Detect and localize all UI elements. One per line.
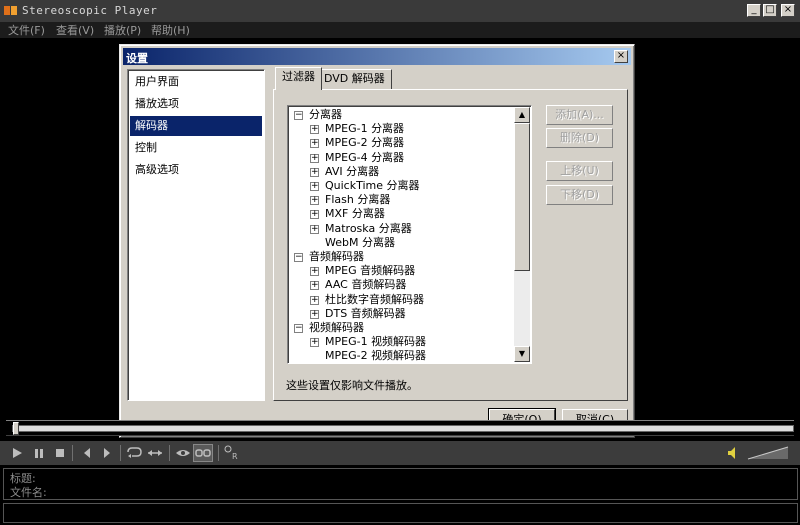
- expand-icon[interactable]: +: [310, 210, 319, 220]
- close-icon[interactable]: ×: [781, 4, 795, 17]
- tree-item-label: Matroska 分离器: [325, 221, 412, 235]
- tree-item-label: MPEG 音频解码器: [325, 264, 416, 278]
- app-icon: [4, 4, 18, 16]
- settings-note: 这些设置仅影响文件播放。: [286, 379, 418, 392]
- maximize-icon[interactable]: □: [763, 4, 777, 17]
- scroll-down-icon[interactable]: ▼: [514, 346, 530, 362]
- separator: [72, 445, 73, 461]
- expand-icon[interactable]: +: [310, 224, 319, 234]
- dialog-titlebar: 设置 ×: [123, 48, 631, 65]
- info-panel: 标题: 文件名:: [3, 468, 798, 500]
- separator: [120, 445, 121, 461]
- tab-filters[interactable]: 过滤器: [275, 67, 322, 90]
- tree-item-label: DTS 音频解码器: [325, 306, 406, 320]
- settings-nav-list: 用户界面 播放选项 解码器 控制 高级选项: [127, 69, 265, 401]
- stop-icon[interactable]: [53, 444, 67, 462]
- nav-item-advanced-options[interactable]: 高级选项: [130, 160, 262, 180]
- filename-label: 文件名:: [10, 486, 47, 499]
- expand-icon[interactable]: +: [310, 153, 319, 163]
- expand-icon[interactable]: +: [310, 281, 319, 291]
- collapse-icon[interactable]: −: [294, 111, 303, 120]
- menu-help[interactable]: 帮助(H): [151, 22, 190, 38]
- main-titlebar: Stereoscopic Player _ □ ×: [0, 0, 800, 22]
- menu-view[interactable]: 查看(V): [56, 22, 94, 38]
- tree-item-label: AAC 音频解码器: [325, 278, 407, 292]
- glasses-icon[interactable]: [193, 444, 213, 462]
- seek-bar[interactable]: [6, 420, 794, 436]
- tree-item-label: MPEG-4 分离器: [325, 150, 405, 164]
- filter-tree[interactable]: − 分离器 + MPEG-1 分离器 + MPEG-2 分离器 + MPEG-4 分离器 + AV…: [287, 105, 532, 364]
- nav-item-decoders[interactable]: 解码器: [130, 116, 262, 136]
- volume-slider[interactable]: [746, 444, 790, 462]
- tree-item-label: MPEG-1 分离器: [325, 122, 405, 136]
- seek-track[interactable]: [12, 425, 794, 432]
- expand-icon[interactable]: +: [310, 167, 319, 177]
- status-bar: [3, 503, 798, 523]
- tree-item-label: MXF 分离器: [325, 207, 385, 221]
- nav-item-playback-options[interactable]: 播放选项: [130, 94, 262, 114]
- svg-text:R: R: [232, 452, 238, 461]
- expand-icon[interactable]: +: [310, 139, 319, 149]
- expand-icon[interactable]: +: [310, 309, 319, 319]
- player-controls: R: [0, 441, 800, 465]
- tab-dvd-decoders[interactable]: DVD 解码器: [317, 69, 392, 89]
- tree-item-label: MPEG-2 视频解码器: [325, 349, 427, 363]
- tree-item-label: 视频解码器: [309, 321, 364, 334]
- previous-icon[interactable]: [80, 444, 94, 462]
- stereo-view-icon[interactable]: [174, 444, 192, 462]
- menu-file[interactable]: 文件(F): [8, 22, 45, 38]
- next-icon[interactable]: [100, 444, 114, 462]
- nav-item-control[interactable]: 控制: [130, 138, 262, 158]
- play-icon[interactable]: [10, 444, 24, 462]
- tree-item-label: Flash 分离器: [325, 193, 391, 207]
- tree-item-label: WebM 分离器: [325, 235, 395, 249]
- menubar: 文件(F) 查看(V) 播放(P) 帮助(H): [0, 22, 800, 38]
- loop-icon[interactable]: [125, 444, 143, 462]
- separator: [169, 445, 170, 461]
- tree-item-label: QuickTime 分离器: [325, 179, 420, 192]
- seek-thumb[interactable]: [13, 422, 19, 435]
- tree-item-label: MPEG-1 视频解码器: [325, 335, 427, 349]
- separator: [218, 445, 219, 461]
- tree-item-label: 音频解码器: [309, 250, 364, 263]
- pause-icon[interactable]: [32, 444, 46, 462]
- expand-icon[interactable]: +: [310, 196, 319, 206]
- volume-icon[interactable]: [726, 444, 740, 462]
- menu-play[interactable]: 播放(P): [104, 22, 141, 38]
- expand-icon[interactable]: +: [310, 295, 319, 305]
- tree-item-label: 分离器: [309, 108, 342, 121]
- scroll-thumb[interactable]: [514, 123, 530, 271]
- expand-icon[interactable]: +: [310, 338, 319, 348]
- delete-button[interactable]: 删除(D): [546, 128, 613, 148]
- move-down-button[interactable]: 下移(D): [546, 185, 613, 205]
- settings-dialog: 设置 × 用户界面 播放选项 解码器 控制 高级选项 过滤器 DVD 解码器 −…: [119, 44, 635, 438]
- collapse-icon[interactable]: −: [294, 253, 303, 262]
- collapse-icon[interactable]: −: [294, 324, 303, 333]
- tree-item-label: MPEG-2 分离器: [325, 136, 405, 150]
- app-title: Stereoscopic Player: [22, 4, 158, 17]
- dialog-title: 设置: [126, 52, 148, 65]
- expand-icon[interactable]: +: [310, 182, 319, 191]
- expand-icon[interactable]: +: [310, 267, 319, 277]
- nav-item-user-interface[interactable]: 用户界面: [130, 72, 262, 92]
- expand-icon[interactable]: +: [310, 125, 319, 135]
- dialog-close-icon[interactable]: ×: [614, 50, 628, 63]
- scroll-up-icon[interactable]: ▲: [514, 107, 530, 123]
- tree-item-label: AVI 分离器: [325, 164, 380, 178]
- minimize-icon[interactable]: _: [747, 4, 761, 17]
- ab-repeat-icon[interactable]: [146, 444, 164, 462]
- tree-item-label: 杜比数字音频解码器: [325, 292, 424, 306]
- left-right-icon[interactable]: R: [223, 444, 239, 462]
- add-button[interactable]: 添加(A)...: [546, 105, 613, 125]
- tree-scrollbar[interactable]: ▲ ▼: [514, 107, 530, 362]
- move-up-button[interactable]: 上移(U): [546, 161, 613, 181]
